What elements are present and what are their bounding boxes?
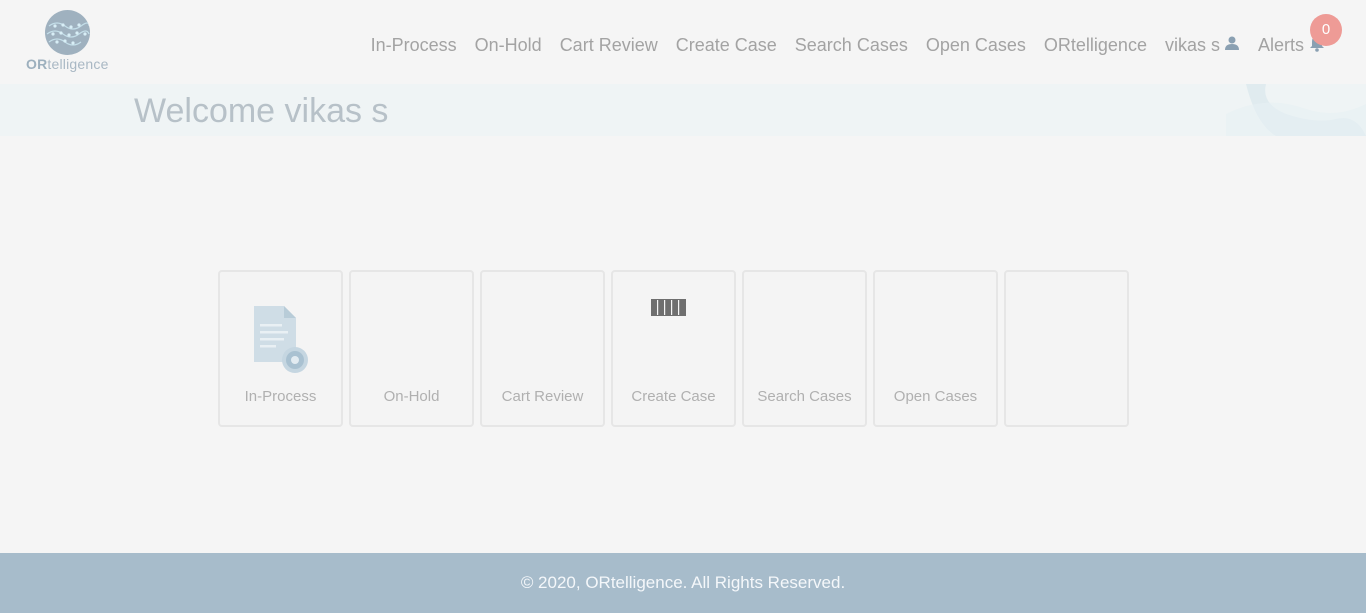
nav-create-case[interactable]: Create Case: [676, 35, 777, 56]
tile-label: In-Process: [244, 388, 317, 405]
dashboard-tiles: In-Process On-Hold Cart Review Create Ca…: [218, 270, 1129, 427]
tile-label: On-Hold: [383, 388, 440, 405]
barcode-icon: [651, 299, 687, 322]
nav-open-cases[interactable]: Open Cases: [926, 35, 1026, 56]
nav-user-menu[interactable]: vikas s: [1165, 35, 1240, 56]
document-gear-icon: [252, 304, 312, 381]
alerts-count-badge: 0: [1310, 14, 1342, 46]
banner-wave-decoration: [1226, 84, 1366, 136]
top-nav: In-Process On-Hold Cart Review Create Ca…: [353, 14, 1342, 57]
nav-ortelligence[interactable]: ORtelligence: [1044, 35, 1147, 56]
header: ORtelligence In-Process On-Hold Cart Rev…: [0, 0, 1366, 84]
nav-search-cases[interactable]: Search Cases: [795, 35, 908, 56]
footer: © 2020, ORtelligence. All Rights Reserve…: [0, 553, 1366, 613]
tile-search-cases[interactable]: Search Cases: [742, 270, 867, 427]
welcome-banner: Welcome vikas s: [0, 84, 1366, 136]
dna-globe-logo-icon: [45, 10, 90, 55]
tile-blank[interactable]: [1004, 270, 1129, 427]
tile-label: Create Case: [631, 388, 716, 405]
welcome-title: Welcome vikas s: [134, 92, 389, 130]
nav-in-process[interactable]: In-Process: [371, 35, 457, 56]
user-name: vikas s: [1164, 35, 1220, 55]
logo[interactable]: ORtelligence: [22, 8, 114, 78]
user-icon: [1224, 35, 1240, 56]
nav-on-hold[interactable]: On-Hold: [475, 35, 542, 56]
logo-text: ORtelligence: [26, 56, 109, 72]
tile-label: Cart Review: [501, 388, 584, 405]
nav-alerts[interactable]: Alerts 0: [1257, 14, 1342, 57]
tile-in-process[interactable]: In-Process: [218, 270, 343, 427]
copyright-text: © 2020, ORtelligence. All Rights Reserve…: [520, 573, 846, 592]
nav-cart-review[interactable]: Cart Review: [560, 35, 658, 56]
tile-create-case[interactable]: Create Case: [611, 270, 736, 427]
tile-open-cases[interactable]: Open Cases: [873, 270, 998, 427]
alerts-label: Alerts: [1257, 35, 1304, 55]
tile-label: Open Cases: [893, 388, 978, 405]
tile-on-hold[interactable]: On-Hold: [349, 270, 474, 427]
tile-label: Search Cases: [757, 388, 852, 405]
tile-cart-review[interactable]: Cart Review: [480, 270, 605, 427]
